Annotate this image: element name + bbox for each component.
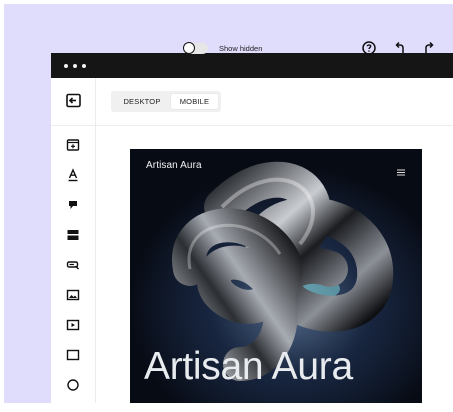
view-mode-desktop[interactable]: DESKTOP (114, 94, 170, 109)
rectangle-icon[interactable] (65, 347, 81, 363)
section-add-icon[interactable] (65, 137, 81, 153)
element-sidebar (51, 125, 96, 403)
help-circle-icon[interactable] (361, 40, 377, 56)
accordion-icon[interactable] (65, 227, 81, 243)
toolbar-divider (95, 78, 96, 125)
view-mode-mobile[interactable]: MOBILE (171, 94, 218, 109)
site-preview-hero[interactable]: Artisan Aura Artisan Aura (130, 149, 422, 403)
window-dot (64, 64, 68, 68)
text-icon[interactable] (65, 167, 81, 183)
panel-collapse-icon[interactable] (64, 92, 84, 110)
video-icon[interactable] (65, 317, 81, 333)
window-titlebar (51, 53, 453, 78)
image-icon[interactable] (65, 287, 81, 303)
button-icon[interactable] (65, 257, 81, 273)
window-dot (73, 64, 77, 68)
paragraph-icon[interactable] (65, 197, 81, 213)
show-hidden-toggle-knob[interactable] (183, 42, 195, 54)
hero-title[interactable]: Artisan Aura (144, 346, 353, 388)
view-mode-switch: DESKTOP MOBILE (111, 91, 221, 112)
undo-icon[interactable] (392, 40, 408, 56)
show-hidden-label: Show hidden (219, 44, 263, 53)
hamburger-menu-icon[interactable] (397, 163, 405, 176)
site-brand[interactable]: Artisan Aura (146, 160, 202, 171)
window-dot (82, 64, 86, 68)
editor-toolbar: DESKTOP MOBILE (51, 78, 453, 126)
circle-icon[interactable] (65, 377, 81, 393)
redo-icon[interactable] (421, 40, 437, 56)
